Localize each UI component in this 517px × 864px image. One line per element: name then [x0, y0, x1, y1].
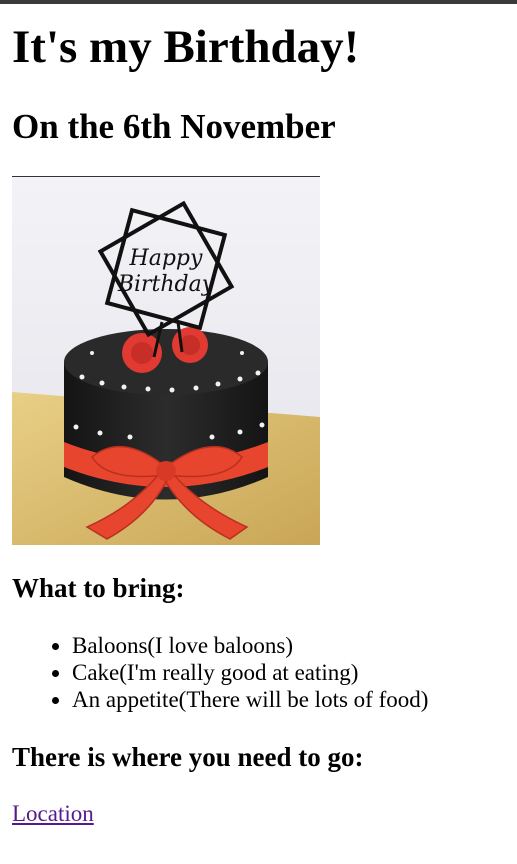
list-item: Cake(I'm really good at eating) [72, 659, 428, 686]
bring-list: Baloons(I love baloons) Cake(I'm really … [12, 632, 428, 713]
what-to-bring-heading: What to bring: [12, 573, 185, 603]
svg-text:Birthday: Birthday [117, 272, 215, 297]
where-to-go-heading: There is where you need to go: [12, 742, 364, 772]
page-title: It's my Birthday! [12, 21, 360, 73]
list-item: An appetite(There will be lots of food) [72, 686, 428, 713]
list-item: Baloons(I love baloons) [72, 632, 428, 659]
birthday-cake-image: Happy Birthday [12, 176, 320, 545]
page-subtitle: On the 6th November [12, 107, 336, 146]
location-link[interactable]: Location [12, 801, 94, 827]
browser-top-edge [0, 0, 517, 4]
svg-text:Happy: Happy [129, 246, 203, 271]
